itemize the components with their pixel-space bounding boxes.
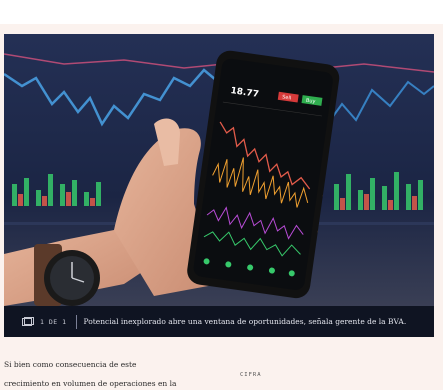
- image-gallery[interactable]: 18.77 Sell Buy 1 DE 1 Potencial inexplor…: [4, 34, 434, 337]
- page: 18.77 Sell Buy 1 DE 1 Potencial inexplor…: [0, 0, 443, 390]
- image-caption: Potencial inexplorado abre una ventana d…: [83, 317, 407, 326]
- article-line: Si bien como consecuencia de este: [4, 360, 137, 369]
- gallery-photo[interactable]: 18.77 Sell Buy: [4, 34, 434, 306]
- top-strip: [0, 0, 443, 24]
- gallery-icon[interactable]: [22, 316, 34, 327]
- caption-bar: 1 DE 1 Potencial inexplorado abre una ve…: [4, 306, 434, 337]
- image-counter: 1 DE 1: [40, 317, 67, 326]
- sidebar-label: CIFRA: [240, 372, 262, 378]
- article-line: crecimiento en volumen de operaciones en…: [4, 379, 177, 388]
- caption-divider: [76, 314, 78, 329]
- phone-sell-label: Sell: [282, 94, 292, 101]
- article-body: Si bien como consecuencia de este crecim…: [4, 355, 194, 390]
